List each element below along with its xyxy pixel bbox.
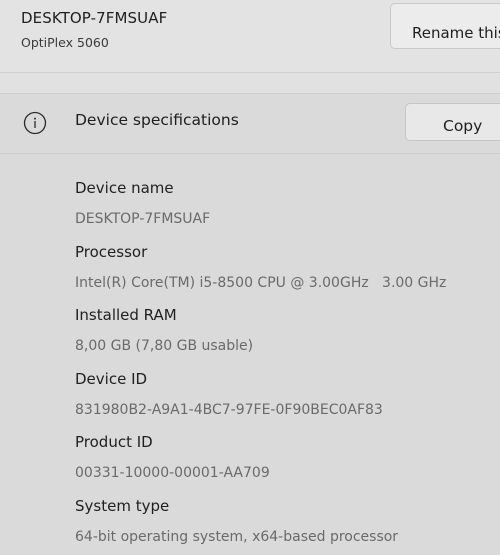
spec-list: Device name DESKTOP-7FMSUAF Processor In… bbox=[75, 178, 500, 555]
spec-label: Processor bbox=[75, 242, 148, 261]
about-screen: DESKTOP-7FMSUAF OptiPlex 5060 Rename thi… bbox=[0, 0, 500, 555]
spec-label: Device name bbox=[75, 179, 174, 197]
spec-value: 8,00 GB (7,80 GB usable) bbox=[75, 338, 254, 354]
device-specifications-title: Device specifications bbox=[75, 111, 239, 129]
rename-pc-button[interactable]: Rename this PC bbox=[390, 3, 500, 49]
device-header-card: DESKTOP-7FMSUAF OptiPlex 5060 Rename thi… bbox=[0, 0, 500, 73]
spec-value: 831980B2-A9A1-4BC7-97FE-0F90BEC0AF83 bbox=[75, 401, 383, 418]
spec-row-installed-ram: Installed RAM 8,00 GB (7,80 GB usable) bbox=[75, 305, 500, 369]
spec-label: Device ID bbox=[75, 369, 148, 388]
device-title: DESKTOP-7FMSUAF bbox=[21, 9, 168, 27]
spec-row-processor: Processor Intel(R) Core(TM) i5-8500 CPU … bbox=[75, 242, 500, 306]
spec-row-device-name: Device name DESKTOP-7FMSUAF bbox=[75, 178, 500, 242]
spec-value: DESKTOP-7FMSUAF bbox=[75, 211, 211, 227]
spec-row-system-type: System type 64-bit operating system, x64… bbox=[75, 496, 500, 555]
spec-label: Product ID bbox=[75, 433, 153, 451]
spec-label: Installed RAM bbox=[75, 306, 177, 324]
copy-button[interactable]: Copy bbox=[405, 103, 500, 141]
spec-value: 64-bit operating system, x64-based proce… bbox=[75, 528, 399, 545]
divider bbox=[0, 153, 500, 154]
info-icon bbox=[23, 111, 47, 135]
spec-row-product-id: Product ID 00331-10000-00001-AA709 bbox=[75, 432, 500, 496]
spec-value: 00331-10000-00001-AA709 bbox=[75, 465, 270, 481]
spec-row-device-id: Device ID 831980B2-A9A1-4BC7-97FE-0F90BE… bbox=[75, 369, 500, 433]
spec-label: System type bbox=[75, 496, 170, 515]
device-specifications-card: Device specifications Copy Device name D… bbox=[0, 93, 500, 555]
spec-value: Intel(R) Core(TM) i5-8500 CPU @ 3.00GHz … bbox=[75, 274, 447, 291]
device-model: OptiPlex 5060 bbox=[21, 35, 109, 50]
device-specifications-header[interactable]: Device specifications Copy bbox=[0, 94, 500, 149]
